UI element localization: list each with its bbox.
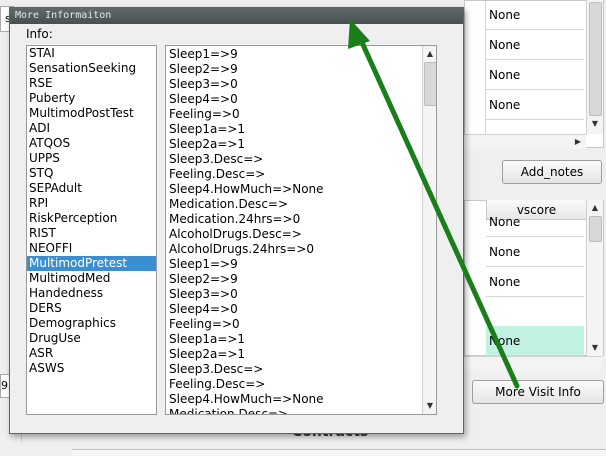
annotation-arrowhead [348,19,370,49]
annotation-arrow-shaft [357,35,520,389]
annotation-arrow [348,19,520,389]
